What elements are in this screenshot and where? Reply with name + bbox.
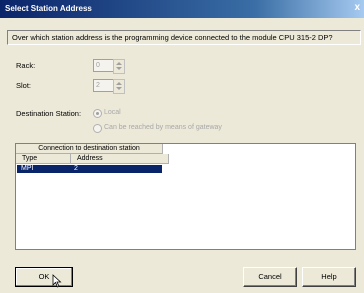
rack-spinner[interactable]: 0 (93, 59, 125, 74)
question-text: Over which station address is the progra… (12, 33, 333, 42)
column-header-address[interactable]: Address (71, 154, 169, 164)
rack-label: Rack: (16, 61, 36, 70)
slot-input[interactable]: 2 (93, 79, 115, 92)
slot-spin-arrows[interactable] (113, 79, 125, 94)
radio-local[interactable] (93, 109, 102, 118)
window-title: Select Station Address (5, 4, 92, 13)
spin-up-icon[interactable] (116, 82, 122, 85)
radio-gateway-label: Can be reached by means of gateway (104, 124, 222, 131)
table-row[interactable]: MPI 2 (17, 165, 162, 173)
rack-spin-arrows[interactable] (113, 59, 125, 74)
ok-button[interactable]: OK (15, 267, 73, 287)
connection-group-header: Connection to destination station (16, 144, 163, 154)
close-icon[interactable]: x (354, 2, 360, 13)
connection-list[interactable]: Connection to destination station Type A… (15, 143, 356, 250)
help-button[interactable]: Help (302, 267, 356, 287)
rack-input[interactable]: 0 (93, 59, 115, 72)
cancel-button[interactable]: Cancel (243, 267, 297, 287)
question-box: Over which station address is the progra… (7, 30, 361, 45)
spin-down-icon[interactable] (116, 87, 122, 90)
destination-label: Destination Station: (16, 109, 82, 118)
row-type: MPI (21, 165, 34, 172)
title-bar: Select Station Address x (0, 0, 364, 18)
radio-local-label: Local (104, 109, 121, 116)
radio-gateway[interactable] (93, 124, 102, 133)
spin-up-icon[interactable] (116, 62, 122, 65)
mouse-pointer-icon (52, 274, 62, 288)
spin-down-icon[interactable] (116, 67, 122, 70)
slot-spinner[interactable]: 2 (93, 79, 125, 94)
column-header-type[interactable]: Type (16, 154, 71, 164)
slot-label: Slot: (16, 81, 32, 90)
row-address: 2 (74, 165, 78, 172)
